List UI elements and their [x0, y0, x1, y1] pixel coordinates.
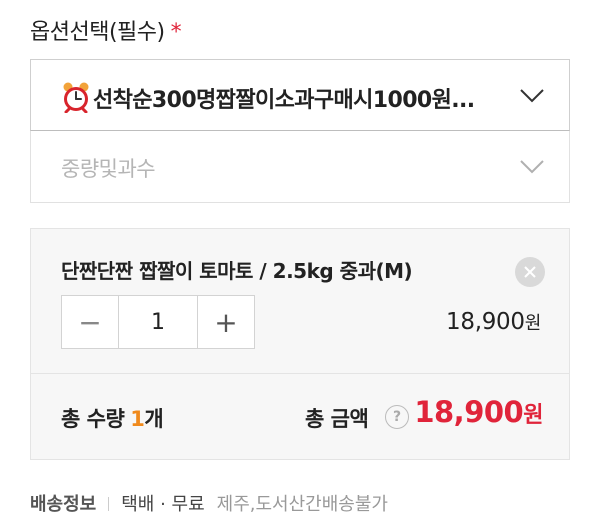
shipping-title: 배송정보: [30, 494, 97, 515]
total-quantity-label: 총 수량: [61, 407, 125, 431]
item-price-unit: 원: [524, 313, 542, 334]
selected-item-name: 단짠단짠 짭짤이 토마토 / 2.5kg 중과(M): [61, 259, 413, 283]
chevron-down-icon: [520, 160, 544, 174]
chevron-down-icon: [520, 89, 544, 103]
total-amount-label: 총 금액: [305, 407, 369, 431]
selected-item-box: 단짠단짠 짭짤이 토마토 / 2.5kg 중과(M) − 1 + 18,900원…: [30, 228, 570, 460]
option-select-secondary[interactable]: 중량및과수: [30, 131, 570, 203]
increase-quantity-button[interactable]: +: [198, 296, 254, 348]
alarm-clock-icon: [63, 82, 89, 113]
decrease-quantity-button[interactable]: −: [62, 296, 118, 348]
shipping-divider: [108, 497, 110, 511]
remove-item-button[interactable]: [515, 257, 545, 287]
quantity-stepper: − 1 +: [61, 295, 255, 349]
close-icon: [524, 266, 536, 278]
shipping-note: 제주,도서산간배송불가: [216, 494, 388, 515]
shipping-method: 택배 · 무료: [121, 494, 205, 515]
item-price-value: 18,900: [446, 309, 525, 335]
option-title-label: 옵션선택(필수): [30, 20, 165, 45]
total-quantity-value: 1: [130, 407, 145, 431]
option-select-primary[interactable]: 선착순300명짭짤이소과구매시1000원...: [30, 59, 570, 131]
total-quantity-unit: 개: [144, 407, 164, 431]
item-price: 18,900원: [446, 309, 541, 335]
quantity-input[interactable]: 1: [118, 296, 198, 348]
help-icon[interactable]: ?: [385, 405, 409, 429]
total-quantity: 총 수량 1개: [61, 403, 164, 433]
option-section-title: 옵션선택(필수) *: [30, 14, 182, 46]
option-select-primary-value: 선착순300명짭짤이소과구매시1000원...: [93, 88, 475, 113]
total-amount-value: 18,900: [414, 395, 524, 429]
total-amount-unit: 원: [523, 403, 543, 428]
required-mark: *: [170, 20, 182, 45]
option-select-secondary-placeholder: 중량및과수: [61, 157, 156, 181]
total-amount: 18,900원: [414, 395, 543, 429]
shipping-info: 배송정보 택배 · 무료 제주,도서산간배송불가: [30, 490, 388, 516]
summary-divider: [31, 373, 569, 374]
